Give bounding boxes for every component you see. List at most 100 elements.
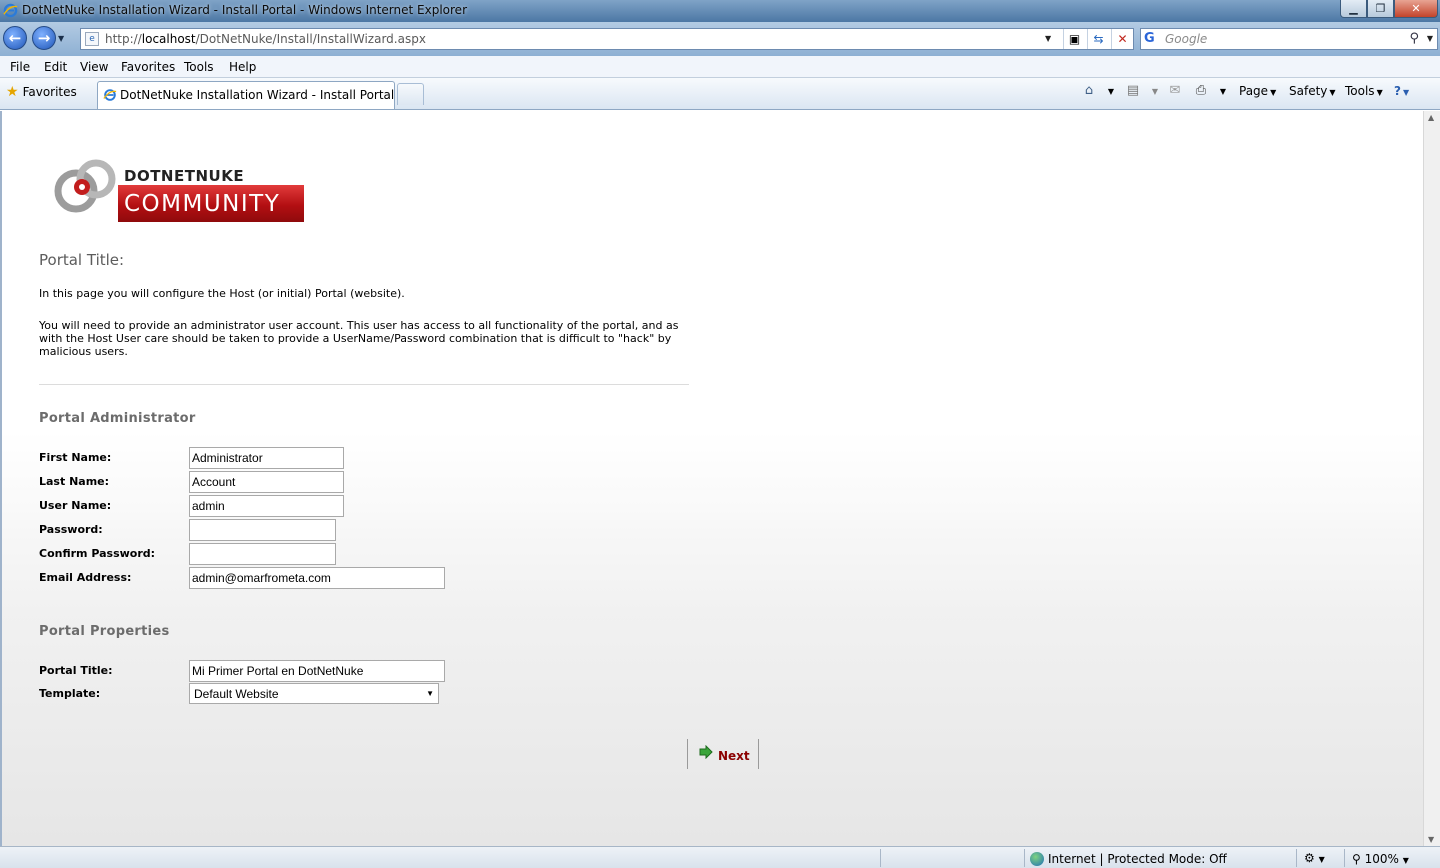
security-zone-text: Internet | Protected Mode: Off bbox=[1048, 852, 1227, 866]
minimize-button[interactable]: ▁ bbox=[1340, 0, 1367, 18]
search-icon[interactable]: ⚲ bbox=[1409, 31, 1419, 46]
last-name-input[interactable]: Account bbox=[189, 471, 344, 493]
user-name-label: User Name: bbox=[39, 499, 112, 512]
home-icon[interactable]: ⌂ bbox=[1080, 83, 1098, 99]
confirm-password-label: Confirm Password: bbox=[39, 547, 156, 560]
search-options-dropdown-icon[interactable]: ▼ bbox=[1427, 34, 1433, 43]
status-separator bbox=[880, 849, 881, 867]
menu-file[interactable]: File bbox=[10, 60, 30, 74]
tools-menu[interactable]: Tools ▼ bbox=[1345, 84, 1383, 98]
search-box[interactable]: G Google ⚲ ▼ bbox=[1140, 28, 1438, 50]
password-input[interactable] bbox=[189, 519, 336, 541]
safety-menu[interactable]: Safety ▼ bbox=[1289, 84, 1336, 98]
template-select[interactable]: Default Website ▼ bbox=[189, 683, 439, 704]
maximize-button[interactable]: ❐ bbox=[1367, 0, 1394, 18]
forward-button[interactable]: → bbox=[32, 26, 56, 50]
scroll-up-icon[interactable]: ▲ bbox=[1428, 113, 1434, 122]
address-toolbar: ← → ▼ e http://localhost/DotNetNuke/Inst… bbox=[0, 22, 1440, 56]
first-name-input[interactable]: Administrator bbox=[189, 447, 344, 469]
status-bar: Internet | Protected Mode: Off ⚙ ▼ ⚲ 100… bbox=[0, 846, 1440, 868]
tab-active[interactable]: DotNetNuke Installation Wizard - Install… bbox=[97, 81, 395, 109]
portal-title-label: Portal Title: bbox=[39, 664, 113, 677]
divider bbox=[39, 384, 689, 385]
email-input[interactable]: admin@omarfrometa.com bbox=[189, 567, 445, 589]
url-text[interactable]: http://localhost/DotNetNuke/Install/Inst… bbox=[105, 32, 426, 46]
ie-page-icon bbox=[103, 89, 117, 101]
stop-icon[interactable]: ✕ bbox=[1111, 29, 1133, 49]
page-icon: e bbox=[85, 32, 99, 46]
next-button[interactable]: Next bbox=[687, 739, 759, 769]
menu-favorites[interactable]: Favorites bbox=[121, 60, 175, 74]
menu-bar: File Edit View Favorites Tools Help bbox=[0, 56, 1440, 78]
page-viewport: DOTNETNUKE COMMUNITY Portal Title: In th… bbox=[0, 111, 1440, 846]
tab-title: DotNetNuke Installation Wizard - Install… bbox=[120, 88, 395, 102]
address-dropdown-icon[interactable]: ▼ bbox=[1045, 34, 1051, 43]
security-zone[interactable]: Internet | Protected Mode: Off bbox=[1030, 852, 1227, 866]
help-icon: ? bbox=[1394, 84, 1401, 98]
arrow-left-icon: ← bbox=[8, 29, 22, 47]
search-input[interactable]: Google bbox=[1165, 32, 1207, 46]
print-icon[interactable]: ⎙ bbox=[1192, 83, 1210, 99]
zoom-icon: ⚲ bbox=[1352, 852, 1361, 866]
page-menu-label: Page bbox=[1239, 84, 1269, 98]
new-tab-button[interactable] bbox=[397, 83, 424, 105]
page-menu[interactable]: Page ▼ bbox=[1239, 84, 1276, 98]
section-title-administrator: Portal Administrator bbox=[39, 411, 196, 426]
compatibility-view-icon[interactable]: ▣ bbox=[1063, 29, 1085, 49]
safety-menu-label: Safety bbox=[1289, 84, 1328, 98]
menu-tools[interactable]: Tools bbox=[184, 60, 214, 74]
back-button[interactable]: ← bbox=[3, 26, 27, 50]
menu-view[interactable]: View bbox=[80, 60, 108, 74]
zoom-level: 100% bbox=[1364, 852, 1399, 866]
feeds-icon[interactable]: ▤ bbox=[1124, 83, 1142, 99]
confirm-password-input[interactable] bbox=[189, 543, 336, 565]
arrow-right-icon: → bbox=[37, 29, 51, 47]
chevron-down-icon: ▼ bbox=[1329, 88, 1336, 97]
zoom-control[interactable]: ⚲ 100% ▼ bbox=[1352, 852, 1409, 866]
menu-edit[interactable]: Edit bbox=[44, 60, 67, 74]
description-text: You will need to provide an administrato… bbox=[39, 319, 679, 358]
tab-bar: ★ Favorites DotNetNuke Installation Wizar… bbox=[0, 78, 1440, 110]
star-icon: ★ bbox=[6, 84, 19, 100]
tools-menu-label: Tools bbox=[1345, 84, 1375, 98]
logo-red-bar: COMMUNITY bbox=[118, 185, 304, 222]
close-icon: ✕ bbox=[1411, 2, 1421, 15]
scroll-down-icon[interactable]: ▼ bbox=[1428, 835, 1434, 844]
window-title: DotNetNuke Installation Wizard - Install… bbox=[22, 3, 467, 17]
logo-bottom-text: COMMUNITY bbox=[124, 191, 281, 217]
status-separator bbox=[1296, 849, 1297, 867]
restore-icon: ❐ bbox=[1375, 2, 1386, 15]
favorites-button[interactable]: ★ Favorites bbox=[6, 84, 77, 100]
password-label: Password: bbox=[39, 523, 103, 536]
close-window-button[interactable]: ✕ bbox=[1394, 0, 1438, 18]
intro-text: In this page you will configure the Host… bbox=[39, 287, 405, 300]
recent-pages-dropdown-icon[interactable]: ▼ bbox=[58, 34, 64, 43]
template-label: Template: bbox=[39, 687, 101, 700]
refresh-icon[interactable]: ⇆ bbox=[1087, 29, 1109, 49]
mail-icon[interactable]: ✉ bbox=[1166, 83, 1184, 99]
chevron-down-icon: ▼ bbox=[1376, 88, 1383, 97]
chevron-down-icon: ▼ bbox=[1402, 88, 1410, 97]
status-separator bbox=[1344, 849, 1345, 867]
logo-top-text: DOTNETNUKE bbox=[124, 167, 245, 185]
next-button-label: Next bbox=[718, 749, 750, 763]
print-dropdown-icon[interactable]: ▼ bbox=[1214, 87, 1232, 103]
google-icon: G bbox=[1144, 31, 1155, 46]
favorites-label: Favorites bbox=[22, 85, 77, 99]
chevron-down-icon: ▼ bbox=[1270, 88, 1277, 97]
menu-help[interactable]: Help bbox=[229, 60, 256, 74]
last-name-label: Last Name: bbox=[39, 475, 110, 488]
address-bar[interactable]: e http://localhost/DotNetNuke/Install/In… bbox=[80, 28, 1134, 50]
window-title-bar[interactable]: DotNetNuke Installation Wizard - Install… bbox=[0, 0, 1440, 22]
portal-title-input[interactable]: Mi Primer Portal en DotNetNuke bbox=[189, 660, 445, 682]
vertical-scrollbar[interactable]: ▲ ▼ bbox=[1423, 111, 1440, 846]
feeds-dropdown-icon[interactable]: ▼ bbox=[1146, 87, 1164, 103]
home-dropdown-icon[interactable]: ▼ bbox=[1102, 87, 1120, 103]
help-button[interactable]: ? ▼ bbox=[1394, 84, 1409, 98]
dotnetnuke-logo: DOTNETNUKE COMMUNITY bbox=[52, 151, 306, 225]
protected-mode-icon[interactable]: ⚙ ▼ bbox=[1304, 851, 1325, 865]
email-label: Email Address: bbox=[39, 571, 132, 584]
gear-logo-icon bbox=[54, 159, 116, 213]
user-name-input[interactable]: admin bbox=[189, 495, 344, 517]
first-name-label: First Name: bbox=[39, 451, 112, 464]
